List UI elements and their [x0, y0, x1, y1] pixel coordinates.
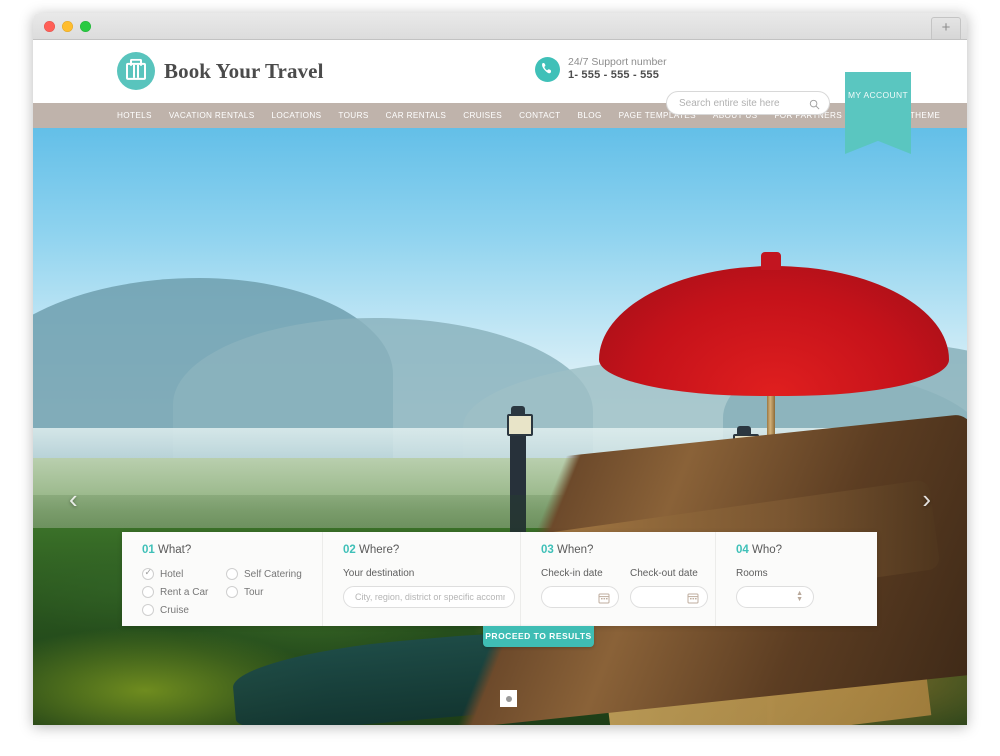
radio-label-hotel: Hotel [160, 568, 184, 580]
step-what-label: What? [158, 544, 192, 556]
step-where-label: Where? [359, 544, 400, 556]
step-what-title: 01 What? [142, 544, 322, 556]
calendar-icon[interactable] [598, 591, 610, 609]
nav-item-contact[interactable]: CONTACT [519, 111, 560, 120]
spinner-updown-icon[interactable]: ▲ ▼ [796, 590, 803, 603]
checkout-field[interactable] [630, 586, 708, 608]
step-where-number: 02 [343, 544, 356, 556]
step-when-title: 03 When? [541, 544, 715, 556]
phone-icon [535, 56, 560, 82]
nav-item-tours[interactable]: TOURS [338, 111, 368, 120]
checkin-input[interactable] [553, 587, 603, 607]
nav-item-vacation-rentals[interactable]: VACATION RENTALS [169, 111, 255, 120]
browser-titlebar: + [33, 13, 967, 40]
site-search[interactable] [666, 91, 830, 115]
proceed-to-results-button[interactable]: PROCEED TO RESULTS [483, 626, 594, 647]
checkin-field[interactable] [541, 586, 619, 608]
minimize-window-button[interactable] [62, 21, 73, 32]
step-who-number: 04 [736, 544, 749, 556]
radio-label-cruise: Cruise [160, 604, 189, 616]
radio-label-self-catering: Self Catering [244, 568, 302, 580]
browser-window: + Book Your Travel 24/7 Support number 1… [33, 13, 967, 725]
rooms-label: Rooms [736, 568, 768, 579]
booking-step-when: 03 When? Check-in date Check-out date [520, 532, 715, 626]
search-input[interactable] [679, 92, 803, 114]
radio-option-tour[interactable]: Tour [226, 586, 310, 598]
webpage: Book Your Travel 24/7 Support number 1- … [33, 40, 967, 725]
nav-item-blog[interactable]: BLOG [578, 111, 602, 120]
nav-item-hotels[interactable]: HOTELS [117, 111, 152, 120]
checkin-label: Check-in date [541, 568, 603, 579]
site-header: Book Your Travel 24/7 Support number 1- … [33, 40, 967, 154]
radio-icon-hotel[interactable] [142, 567, 154, 580]
close-window-button[interactable] [44, 21, 55, 32]
window-controls [44, 21, 91, 32]
checkout-input[interactable] [642, 587, 692, 607]
support-label: 24/7 Support number [568, 56, 667, 68]
support-info: 24/7 Support number 1- 555 - 555 - 555 [535, 56, 667, 83]
radio-option-rent-a-car[interactable]: Rent a Car [142, 586, 226, 598]
step-where-title: 02 Where? [343, 544, 520, 556]
radio-icon-rent-a-car[interactable] [142, 586, 154, 598]
site-logo[interactable]: Book Your Travel [117, 52, 324, 90]
maximize-window-button[interactable] [80, 21, 91, 32]
destination-label: Your destination [343, 568, 415, 579]
logo-text: Book Your Travel [164, 58, 324, 83]
step-what-number: 01 [142, 544, 155, 556]
slider-pagination-dot[interactable] [500, 690, 517, 707]
radio-option-self-catering[interactable]: Self Catering [226, 568, 310, 580]
slider-prev-arrow[interactable]: ‹ [69, 484, 78, 515]
radio-label-tour: Tour [244, 586, 264, 598]
destination-field[interactable] [343, 586, 515, 608]
slider-next-arrow[interactable]: › [922, 484, 931, 515]
support-number: 1- 555 - 555 - 555 [568, 69, 660, 82]
booking-search-form: 01 What? Hotel Rent a Car [122, 532, 877, 626]
booking-step-who: 04 Who? Rooms ▲ ▼ [715, 532, 877, 626]
nav-item-car-rentals[interactable]: CAR RENTALS [386, 111, 447, 120]
checkout-label: Check-out date [630, 568, 698, 579]
hero-slider: ‹ › 01 What? Hotel [33, 128, 967, 725]
radio-label-rent-a-car: Rent a Car [160, 586, 209, 598]
step-when-number: 03 [541, 544, 554, 556]
suitcase-icon [117, 52, 155, 90]
search-icon[interactable] [809, 97, 820, 115]
booking-step-what: 01 What? Hotel Rent a Car [122, 532, 322, 626]
booking-step-where: 02 Where? Your destination [322, 532, 520, 626]
radio-icon-tour[interactable] [226, 586, 238, 598]
destination-input[interactable] [355, 587, 505, 607]
nav-item-locations[interactable]: LOCATIONS [272, 111, 322, 120]
step-when-label: When? [557, 544, 594, 556]
radio-icon-cruise[interactable] [142, 604, 154, 616]
rooms-select[interactable]: ▲ ▼ [736, 586, 814, 608]
radio-icon-self-catering[interactable] [226, 568, 238, 580]
calendar-icon[interactable] [687, 591, 699, 609]
step-who-title: 04 Who? [736, 544, 877, 556]
radio-option-hotel[interactable]: Hotel [142, 567, 226, 580]
radio-option-cruise[interactable]: Cruise [142, 604, 226, 616]
step-who-label: Who? [752, 544, 783, 556]
nav-item-cruises[interactable]: CRUISES [463, 111, 502, 120]
new-tab-button[interactable]: + [931, 17, 961, 39]
